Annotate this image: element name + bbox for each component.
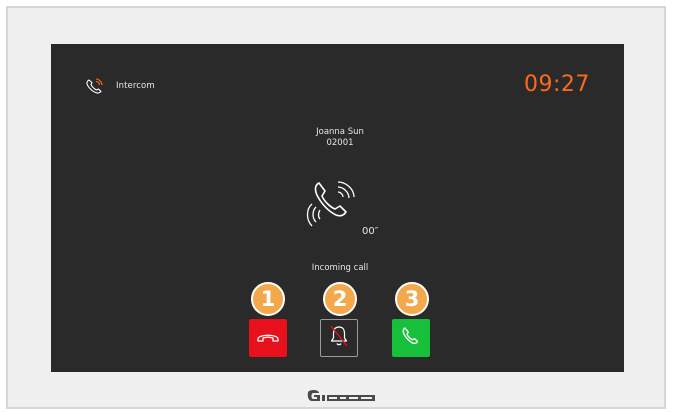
call-timer: 00″ (362, 226, 379, 237)
bell-muted-icon (328, 324, 350, 352)
intercom-header: Intercom (84, 77, 155, 95)
hang-up-icon (256, 329, 280, 348)
clock: 09:27 (524, 72, 590, 97)
reject-call-button[interactable] (249, 319, 287, 357)
call-status: Incoming call (311, 263, 369, 273)
callout-badge-2: 2 (323, 282, 357, 316)
caller-number: 02001 (326, 138, 354, 148)
intercom-title: Intercom (116, 81, 155, 91)
mute-ringer-button[interactable] (320, 319, 358, 357)
ringing-phone-icon (303, 175, 363, 239)
phone-icon (84, 77, 106, 95)
callout-badge-3: 3 (395, 282, 429, 316)
caller-info: Joanna Sun 02001 (280, 127, 400, 149)
caller-name: Joanna Sun (316, 127, 364, 137)
callout-badge-1: 1 (251, 282, 285, 316)
brand-logo (307, 388, 377, 407)
phone-icon (400, 325, 422, 351)
accept-call-button[interactable] (392, 319, 430, 357)
